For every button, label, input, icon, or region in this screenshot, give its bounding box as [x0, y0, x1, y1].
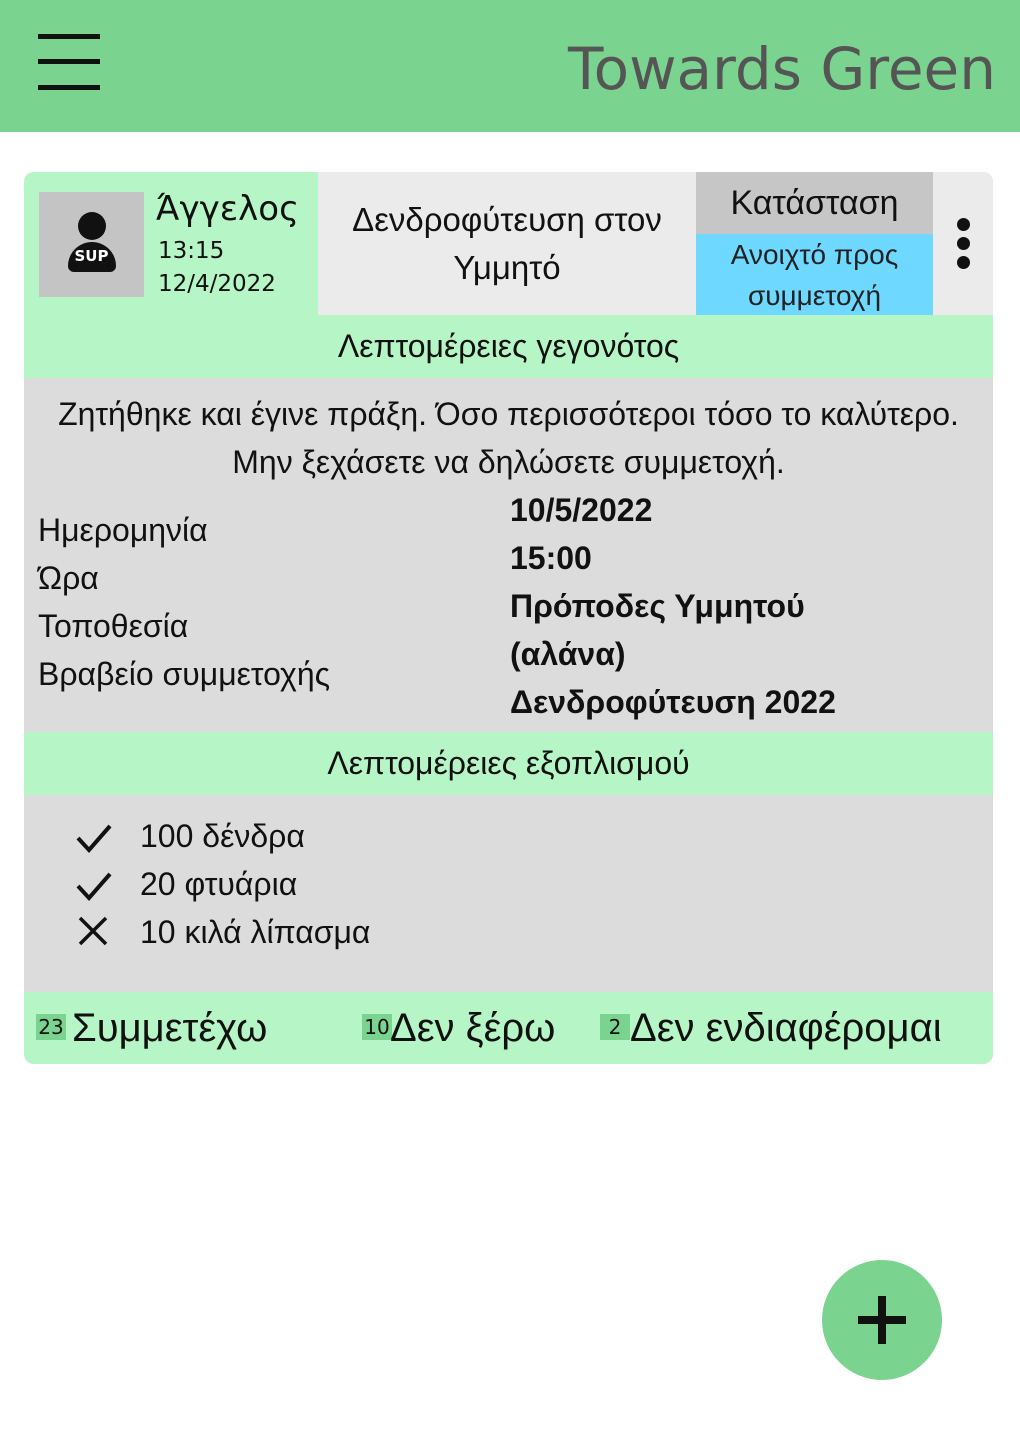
avatar[interactable]: SUP	[39, 192, 144, 297]
equipment-item-label: 10 κιλά λίπασμα	[140, 914, 371, 950]
event-card: SUP Άγγελος 13:15 12/4/2022 Δενδροφύτευσ…	[24, 172, 993, 1064]
award-label: Βραβείο συμμετοχής	[38, 656, 331, 692]
check-icon	[76, 872, 112, 901]
author-name: Άγγελος	[156, 189, 300, 229]
not-going-label: Δεν ενδιαφέρομαι	[630, 1006, 942, 1050]
event-title: Δενδροφύτευση στον Υμμητό	[352, 201, 662, 286]
equipment-details-header: Λεπτομέρειες εξοπλισμού	[24, 732, 993, 795]
detail-labels: Ημερομηνία Ώρα Τοποθεσία Βραβείο συμμετο…	[38, 506, 330, 698]
cross-icon	[78, 916, 108, 946]
maybe-count: 10	[362, 1014, 392, 1040]
author-block: SUP Άγγελος 13:15 12/4/2022	[24, 172, 318, 315]
event-card-header: SUP Άγγελος 13:15 12/4/2022 Δενδροφύτευσ…	[24, 172, 993, 315]
event-description: Ζητήθηκε και έγινε πράξη. Όσο περισσότερ…	[58, 396, 959, 480]
location-value-detail: (αλάνα)	[510, 636, 626, 672]
going-label: Συμμετέχω	[72, 1006, 268, 1050]
event-details-header: Λεπτομέρειες γεγονότος	[24, 315, 993, 378]
app-title: Towards Green	[568, 35, 996, 103]
equipment-item-label: 20 φτυάρια	[140, 866, 298, 902]
time-label: Ώρα	[38, 560, 99, 596]
more-vertical-icon[interactable]	[950, 218, 978, 270]
check-icon	[76, 824, 112, 853]
time-value: 15:00	[510, 540, 592, 576]
detail-values: 10/5/2022 15:00 Πρόποδες Υμμητού (αλάνα)…	[510, 486, 980, 726]
user-icon	[78, 212, 106, 240]
app-header: Towards Green	[0, 0, 1020, 132]
plus-icon-stem	[878, 1296, 886, 1344]
hamburger-menu-icon[interactable]	[38, 34, 100, 92]
not-going-count: 2	[600, 1014, 630, 1040]
post-time: 13:15	[158, 238, 225, 264]
rsvp-bar: 23 Συμμετέχω 10 Δεν ξέρω 2 Δεν ενδιαφέρο…	[24, 992, 993, 1064]
status-label: Κατάσταση	[696, 172, 933, 234]
date-value: 10/5/2022	[510, 492, 653, 528]
post-date: 12/4/2022	[158, 271, 276, 297]
equipment-item-label: 100 δένδρα	[140, 818, 305, 854]
role-badge: SUP	[74, 247, 109, 265]
location-value: Πρόποδες Υμμητού	[510, 588, 805, 624]
add-event-button[interactable]	[822, 1260, 942, 1380]
status-badge: Ανοιχτό προς συμμετοχή	[696, 234, 933, 315]
award-value: Δενδροφύτευση 2022	[510, 684, 836, 720]
date-label: Ημερομηνία	[38, 512, 208, 548]
location-label: Τοποθεσία	[38, 608, 189, 644]
maybe-label: Δεν ξέρω	[390, 1006, 556, 1050]
going-count: 23	[36, 1014, 66, 1040]
